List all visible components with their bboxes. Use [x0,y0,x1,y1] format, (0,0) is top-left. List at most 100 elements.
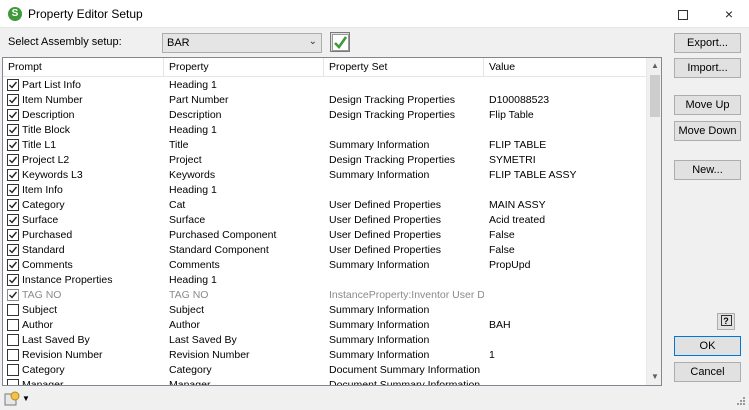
property-set-cell [329,183,484,198]
prompt-cell: Category [22,364,65,376]
prompt-cell: Revision Number [22,349,103,361]
property-set-cell: Summary Information [329,139,430,151]
property-cell: Heading 1 [169,184,217,196]
property-set-cell [329,123,484,138]
prompt-cell: Standard [22,244,65,256]
table-row[interactable]: Revision Number Revision Number Summary In… [3,348,646,363]
row-checkbox[interactable] [7,94,19,106]
property-grid: Prompt Property Property Set Value Part … [2,57,662,386]
table-row[interactable]: Author Author Summary Information BAH [3,318,646,333]
chevron-down-icon: ⌄ [308,36,317,47]
property-cell: Heading 1 [169,124,217,136]
property-cell: Surface [169,214,206,226]
table-row[interactable]: Standard Standard Component User Defined P… [3,243,646,258]
property-set-cell [329,273,484,288]
row-checkbox[interactable] [7,199,19,211]
new-button[interactable]: New... [674,160,741,180]
scroll-down-icon[interactable]: ▼ [647,369,661,385]
row-checkbox[interactable] [7,244,19,256]
help-icon: ? [720,315,732,326]
table-row[interactable]: Last Saved By Last Saved By Summary Inform… [3,333,646,348]
table-row[interactable]: TAG NO TAG NO InstanceProperty:Inventor Us… [3,288,646,303]
assembly-setup-select[interactable]: BAR ⌄ [162,33,322,53]
table-row[interactable]: Title L1 Title Summary Information FLIP TAB… [3,138,646,153]
move-down-button[interactable]: Move Down [674,121,741,141]
property-cell: Comments [169,259,220,271]
value-cell [489,123,646,138]
table-row[interactable]: Category Cat User Defined Properties MAIN A… [3,198,646,213]
row-checkbox[interactable] [7,139,19,151]
maximize-button[interactable] [660,0,706,28]
property-cell: Subject [169,304,205,316]
row-checkbox[interactable] [7,349,19,361]
maximize-icon [678,10,688,21]
table-row[interactable]: Category Category Document Summary Informa… [3,363,646,378]
property-cell: Title [169,139,189,151]
property-cell: Part Number [169,94,229,106]
ok-button[interactable]: OK [674,336,741,356]
row-checkbox[interactable] [7,319,19,331]
table-row[interactable]: Description Description Design Tracking Pr… [3,108,646,123]
dropdown-arrow-icon: ▼ [22,394,30,403]
value-cell: False [489,229,515,241]
row-checkbox[interactable] [7,214,19,226]
table-row[interactable]: Part List Info Heading 1 [3,78,646,93]
row-checkbox[interactable] [7,169,19,181]
row-checkbox[interactable] [7,289,19,301]
table-row[interactable]: Project L2 Project Design Tracking Propert… [3,153,646,168]
prompt-cell: Surface [22,214,59,226]
resize-grip-icon[interactable] [734,396,746,408]
column-header-property[interactable]: Property [164,58,324,77]
row-checkbox[interactable] [7,79,19,91]
property-set-cell: Summary Information [329,334,430,346]
row-checkbox[interactable] [7,274,19,286]
table-row[interactable]: Instance Properties Heading 1 [3,273,646,288]
apply-setup-button[interactable] [330,32,350,52]
row-checkbox[interactable] [7,184,19,196]
scroll-up-icon[interactable]: ▲ [647,58,661,74]
row-checkbox[interactable] [7,379,19,385]
table-row[interactable]: Manager Manager Document Summary Informati… [3,378,646,385]
row-checkbox[interactable] [7,334,19,346]
row-checkbox[interactable] [7,109,19,121]
row-checkbox[interactable] [7,124,19,136]
import-button[interactable]: Import... [674,58,741,78]
property-cell: Purchased Component [169,229,277,241]
property-set-cell: User Defined Properties [329,199,442,211]
table-row[interactable]: Purchased Purchased Component User Defined… [3,228,646,243]
prompt-cell: Last Saved By [22,334,90,346]
table-row[interactable]: Item Number Part Number Design Tracking Pr… [3,93,646,108]
table-row[interactable]: Surface Surface User Defined Properties Aci… [3,213,646,228]
scroll-thumb[interactable] [650,75,660,117]
row-checkbox[interactable] [7,154,19,166]
prompt-cell: Instance Properties [22,274,113,286]
row-checkbox[interactable] [7,259,19,271]
table-row[interactable]: Item Info Heading 1 [3,183,646,198]
table-row[interactable]: Keywords L3 Keywords Summary Information FL… [3,168,646,183]
move-up-button[interactable]: Move Up [674,95,741,115]
column-header-prompt[interactable]: Prompt [3,58,164,77]
row-checkbox[interactable] [7,229,19,241]
value-cell [489,363,646,378]
close-button[interactable]: × [706,0,749,28]
table-row[interactable]: Title Block Heading 1 [3,123,646,138]
row-checkbox[interactable] [7,364,19,376]
column-header-value[interactable]: Value [484,58,646,77]
value-cell: MAIN ASSY [489,199,546,211]
prompt-cell: Title Block [22,124,71,136]
table-row[interactable]: Subject Subject Summary Information [3,303,646,318]
app-icon: S [8,7,22,21]
vertical-scrollbar[interactable]: ▲ ▼ [646,58,661,385]
export-button[interactable]: Export... [674,33,741,53]
property-set-cell: Summary Information [329,319,430,331]
row-checkbox[interactable] [7,304,19,316]
property-set-cell: Summary Information [329,169,430,181]
table-row[interactable]: Comments Comments Summary Information PropU… [3,258,646,273]
prompt-cell: Author [22,319,53,331]
status-menu[interactable]: ▼ [2,391,32,408]
cancel-button[interactable]: Cancel [674,362,741,382]
property-cell: Cat [169,199,186,211]
column-header-property-set[interactable]: Property Set [324,58,484,77]
help-button[interactable]: ? [717,313,735,330]
prompt-cell: TAG NO [22,289,62,301]
